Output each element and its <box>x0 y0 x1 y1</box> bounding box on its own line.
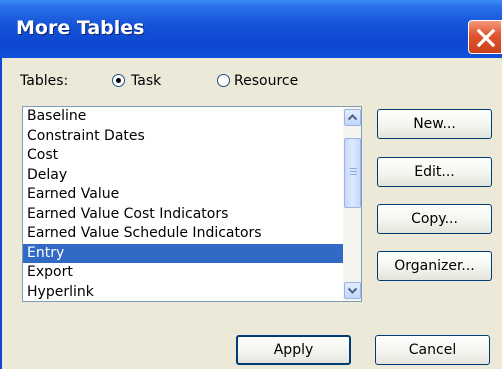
tables-label: Tables: <box>20 73 69 89</box>
edit-button[interactable]: Edit... <box>377 157 492 187</box>
list-item[interactable]: Earned Value Cost Indicators <box>23 205 361 225</box>
chevron-down-icon <box>347 287 358 294</box>
resource-radio[interactable] <box>217 74 230 87</box>
cancel-button[interactable]: Cancel <box>375 335 490 365</box>
task-radio[interactable] <box>112 74 125 87</box>
chevron-up-icon <box>347 114 358 121</box>
organizer-button[interactable]: Organizer... <box>377 251 492 281</box>
list-item[interactable]: Delay <box>23 166 361 186</box>
scroll-down-button[interactable] <box>344 282 361 299</box>
scroll-thumb[interactable] <box>344 138 361 208</box>
window-frame <box>0 58 2 369</box>
list-item[interactable]: Constraint Dates <box>23 127 361 147</box>
grip-line <box>350 171 357 172</box>
list-item-selected[interactable]: Entry <box>23 243 361 263</box>
scroll-up-button[interactable] <box>344 109 361 126</box>
title-bar[interactable]: More Tables <box>0 0 502 58</box>
list-item[interactable]: Earned Value Schedule Indicators <box>23 224 361 244</box>
list-item[interactable]: Hyperlink <box>23 283 361 302</box>
resource-radio-label[interactable]: Resource <box>234 73 298 89</box>
list-item[interactable]: Export <box>23 263 361 283</box>
copy-button[interactable]: Copy... <box>377 204 492 234</box>
grip-line <box>350 174 357 175</box>
task-radio-label[interactable]: Task <box>131 73 161 89</box>
tables-listbox[interactable]: Baseline Constraint Dates Cost Delay Ear… <box>22 106 362 302</box>
list-item[interactable]: Earned Value <box>23 185 361 205</box>
list-item[interactable]: Baseline <box>23 107 361 127</box>
new-button[interactable]: New... <box>377 109 492 139</box>
window-title: More Tables <box>16 17 145 39</box>
grip-icon <box>350 168 357 169</box>
close-button[interactable] <box>468 20 502 54</box>
list-scrollbar[interactable] <box>343 107 361 301</box>
apply-button[interactable]: Apply <box>236 335 351 365</box>
list-item[interactable]: Cost <box>23 146 361 166</box>
close-icon <box>476 28 496 48</box>
